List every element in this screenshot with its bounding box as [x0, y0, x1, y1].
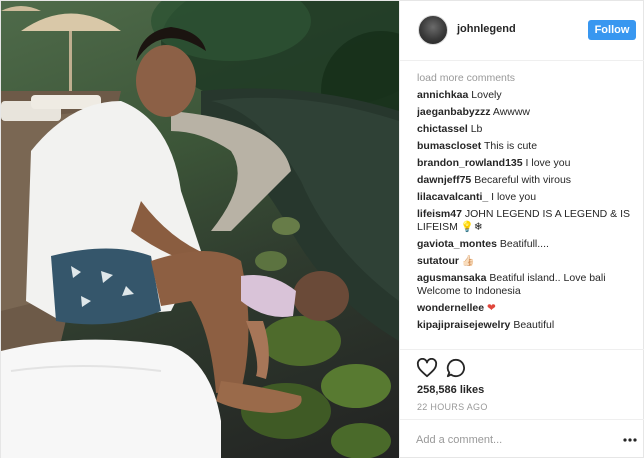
comment-text: Lb [470, 123, 483, 135]
comment-username[interactable]: lifeism47 [417, 208, 462, 220]
comment-text: This is cute [483, 140, 538, 152]
comment-username[interactable]: lilacavalcanti_ [417, 191, 488, 203]
comment-item: bumascloset This is cute [417, 140, 639, 153]
comment-text: I love you [491, 191, 537, 203]
comment-text: Becareful with virous [474, 174, 572, 186]
comment-text: Awwww [492, 106, 531, 118]
comment-item: lilacavalcanti_ I love you [417, 191, 639, 204]
heart-icon[interactable] [416, 358, 438, 378]
post-header: johnlegend Follow [400, 1, 644, 61]
comment-username[interactable]: bumascloset [417, 140, 481, 152]
comment-text: Lovely [471, 89, 502, 101]
comment-username[interactable]: wondernellee [417, 302, 484, 314]
avatar[interactable] [418, 15, 448, 45]
comment-username[interactable]: brandon_rowland135 [417, 157, 523, 169]
comment-item: lifeism47 JOHN LEGEND IS A LEGEND & IS L… [417, 208, 639, 234]
instagram-post: johnlegend Follow load more comments ann… [0, 0, 644, 458]
more-options-icon[interactable] [622, 432, 638, 448]
post-actions: 258,586 likes 22 HOURS AGO [400, 349, 644, 419]
comment-item: chictassel Lb [417, 123, 639, 136]
comment-username[interactable]: sutatour [417, 255, 459, 267]
comment-username[interactable]: gaviota_montes [417, 238, 497, 250]
photo-illustration [1, 1, 399, 458]
post-username[interactable]: johnlegend [457, 23, 516, 35]
comment-text: Beatifull.... [499, 238, 549, 250]
post-photo[interactable] [1, 1, 399, 458]
post-side-panel: johnlegend Follow load more comments ann… [399, 1, 644, 458]
comment-username[interactable]: chictassel [417, 123, 468, 135]
comment-text: I love you [525, 157, 571, 169]
comment-item: dawnjeff75 Becareful with virous [417, 174, 639, 187]
comment-username[interactable]: jaeganbabyzzz [417, 106, 491, 118]
comment-item: agusmansaka Beatiful island.. Love bali … [417, 272, 639, 298]
comment-username[interactable]: dawnjeff75 [417, 174, 471, 186]
comment-text: ❤ [487, 302, 496, 314]
comment-text: Beautiful [513, 319, 555, 331]
comment-username[interactable]: kipajipraisejewelry [417, 319, 510, 331]
post-timestamp[interactable]: 22 HOURS AGO [417, 402, 488, 412]
comment-username[interactable]: annichkaa [417, 89, 468, 101]
likes-count[interactable]: 258,586 likes [417, 384, 484, 396]
comment-item: brandon_rowland135 I love you [417, 157, 639, 170]
add-comment-bar [400, 419, 644, 458]
follow-button[interactable]: Follow [588, 20, 636, 40]
comment-item: wondernellee ❤ [417, 302, 639, 315]
comments-list[interactable]: load more comments annichkaa Lovely jaeg… [417, 71, 639, 349]
comment-item: sutatour 👍🏻 [417, 255, 639, 268]
comment-item: jaeganbabyzzz Awwww [417, 106, 639, 119]
comment-item: gaviota_montes Beatifull.... [417, 238, 639, 251]
add-comment-input[interactable] [416, 430, 616, 450]
comment-icon[interactable] [446, 358, 466, 378]
comment-username[interactable]: agusmansaka [417, 272, 486, 284]
comment-text: 👍🏻 [461, 255, 475, 267]
load-more-comments-link[interactable]: load more comments [417, 71, 639, 85]
comment-item: kipajipraisejewelry Beautiful [417, 319, 639, 332]
comment-item: annichkaa Lovely [417, 89, 639, 102]
